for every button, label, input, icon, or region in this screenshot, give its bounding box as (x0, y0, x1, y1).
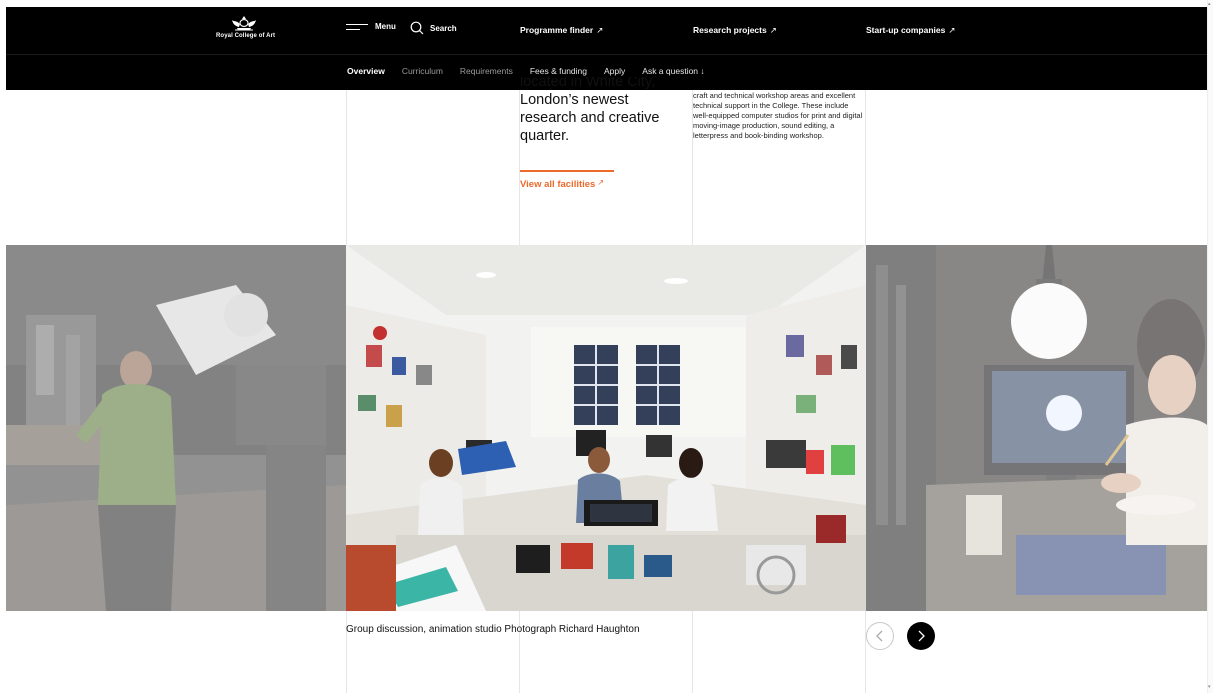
page-scrollbar[interactable]: ▴ ▾ (1207, 0, 1213, 693)
start-up-companies-link[interactable]: Start-up companies ↗ (866, 25, 955, 36)
research-projects-link[interactable]: Research projects ↗ (693, 25, 777, 36)
chevron-left-icon (876, 630, 883, 642)
college-logo[interactable]: Royal College of Art (216, 15, 276, 39)
carousel-caption: Group discussion, animation studio Photo… (346, 624, 640, 635)
image-carousel (6, 245, 1207, 611)
programme-finder-label: Programme finder (520, 25, 594, 35)
research-projects-label: Research projects (693, 25, 767, 35)
carousel-slide-previous[interactable] (6, 245, 346, 611)
tab-overview[interactable]: Overview (347, 66, 385, 76)
external-arrow-icon: ↗ (597, 178, 605, 187)
carousel-slide-current[interactable] (346, 245, 866, 611)
scroll-up-icon[interactable]: ▴ (1208, 2, 1212, 7)
logo-text: Royal College of Art (216, 33, 276, 39)
tab-ask-a-question[interactable]: Ask a question ↓ (642, 66, 704, 76)
site-header: Royal College of Art Menu Search Program… (6, 7, 1207, 54)
external-arrow-icon: ↗ (769, 25, 777, 35)
tab-apply[interactable]: Apply (604, 66, 625, 76)
animation-studio-photo (346, 245, 866, 611)
programme-finder-link[interactable]: Programme finder ↗ (520, 25, 603, 36)
crest-icon (232, 16, 256, 31)
start-up-companies-label: Start-up companies (866, 25, 946, 35)
hamburger-icon (346, 21, 368, 31)
carousel-next-button[interactable] (907, 622, 935, 650)
carousel-prev-button[interactable] (866, 622, 894, 650)
tab-curriculum[interactable]: Curriculum (402, 66, 443, 76)
tab-requirements[interactable]: Requirements (460, 66, 513, 76)
carousel-slide-next[interactable] (866, 245, 1207, 611)
view-all-facilities-link[interactable]: View all facilities ↗ (520, 170, 614, 190)
search-button[interactable]: Search (410, 21, 457, 35)
menu-label: Menu (375, 21, 396, 31)
external-arrow-icon: ↗ (596, 25, 604, 35)
chevron-right-icon (918, 630, 925, 642)
facilities-link-label: View all facilities (520, 179, 596, 190)
page-frame: Royal College of Art Menu Search Program… (6, 7, 1207, 693)
slide-fade-overlay (6, 245, 346, 611)
slide-fade-overlay (866, 245, 1207, 611)
search-icon (410, 21, 424, 35)
search-label: Search (430, 23, 457, 33)
external-arrow-icon: ↗ (948, 25, 956, 35)
lead-text: London’s newest research and creative qu… (520, 92, 660, 144)
menu-button[interactable]: Menu (346, 21, 396, 31)
facilities-description: craft and technical workshop areas and e… (693, 91, 863, 140)
lead-text-cut: located in White City, (520, 77, 656, 90)
scroll-down-icon[interactable]: ▾ (1208, 685, 1212, 690)
tab-fees-funding[interactable]: Fees & funding (530, 66, 587, 76)
